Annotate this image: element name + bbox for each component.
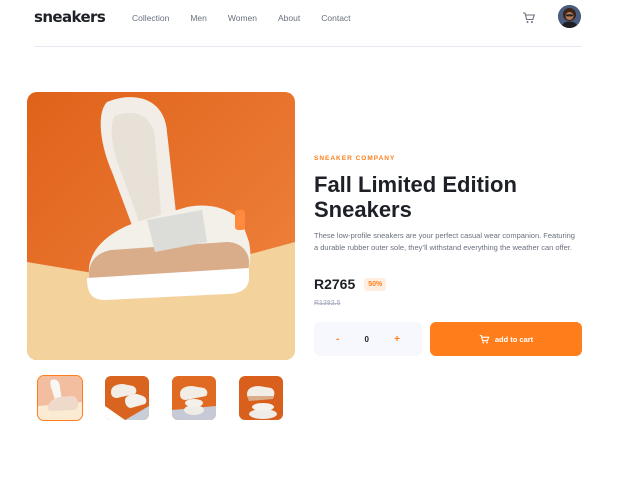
nav-link-contact[interactable]: Contact (321, 13, 350, 23)
nav-link-about[interactable]: About (278, 13, 300, 23)
add-to-cart-button[interactable]: add to cart (430, 322, 582, 356)
site-header: sneakers Collection Men Women About Cont… (34, 0, 582, 47)
thumbnail-2[interactable] (105, 376, 149, 420)
product-title: Fall Limited Edition Sneakers (314, 172, 517, 222)
user-avatar[interactable] (558, 5, 581, 28)
thumbnail-strip (37, 375, 306, 421)
product-description: These low-profile sneakers are your perf… (314, 231, 575, 252)
quantity-value: 0 (364, 334, 369, 344)
current-price: R2765 (314, 276, 356, 292)
main-nav: Collection Men Women About Contact (132, 13, 372, 23)
thumbnail-4[interactable] (239, 376, 283, 420)
increase-quantity-button[interactable]: + (394, 334, 400, 345)
site-logo[interactable]: sneakers (34, 8, 106, 26)
decrease-quantity-button[interactable]: - (336, 334, 339, 345)
quantity-stepper: - 0 + (314, 322, 422, 356)
thumbnail-1[interactable] (37, 375, 83, 421)
cart-icon[interactable] (522, 11, 536, 25)
original-price: R1382.5 (314, 300, 341, 307)
add-to-cart-label: add to cart (494, 334, 534, 344)
nav-link-men[interactable]: Men (190, 13, 207, 23)
nav-link-collection[interactable]: Collection (132, 13, 169, 23)
cart-icon (479, 334, 490, 344)
company-label: SNEAKER COMPANY (314, 155, 396, 162)
price-row: R2765 50% (314, 276, 387, 292)
nav-link-women[interactable]: Women (228, 13, 257, 23)
discount-badge: 50% (364, 277, 387, 291)
product-main-image[interactable] (27, 92, 295, 360)
thumbnail-3[interactable] (172, 376, 216, 420)
